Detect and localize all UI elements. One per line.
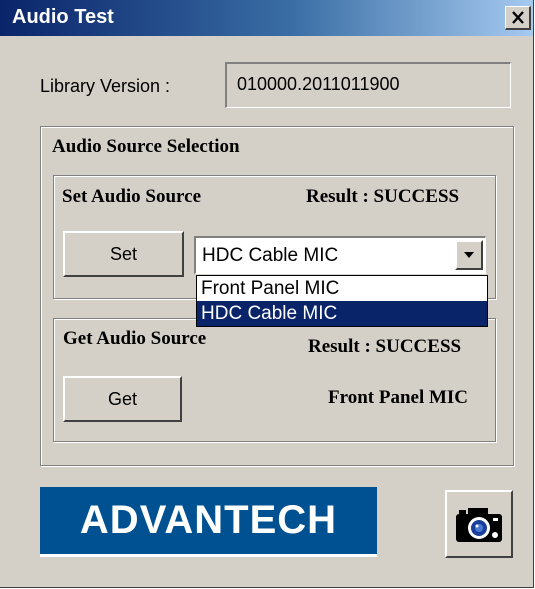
library-version-field: 010000.2011011900	[225, 62, 511, 108]
get-result-text: Result : SUCCESS	[308, 336, 462, 357]
title-bar[interactable]: Audio Test	[0, 0, 533, 36]
dropdown-option-hdc-cable-mic[interactable]: HDC Cable MIC	[197, 301, 487, 326]
get-button[interactable]: Get	[63, 376, 182, 422]
set-audio-source-title: Set Audio Source	[62, 186, 202, 207]
set-button[interactable]: Set	[63, 231, 184, 277]
audio-source-dropdown-list: Front Panel MIC HDC Cable MIC	[196, 275, 488, 327]
library-version-label: Library Version :	[40, 76, 171, 96]
get-button-label: Get	[107, 388, 137, 409]
chevron-down-icon	[464, 252, 474, 258]
close-icon	[511, 11, 524, 24]
set-result-text: Result : SUCCESS	[306, 186, 460, 207]
audio-test-window: Audio Test Library Version : 010000.2011…	[0, 0, 534, 588]
audio-source-selection-title: Audio Source Selection	[52, 136, 240, 157]
dropdown-option-front-panel-mic[interactable]: Front Panel MIC	[197, 276, 487, 301]
camera-icon	[456, 508, 502, 542]
get-audio-source-title: Get Audio Source	[63, 328, 207, 349]
logo-text: ADVANTECH	[79, 498, 338, 542]
advantech-logo: ADVANTECH	[40, 487, 377, 557]
audio-source-combobox[interactable]: HDC Cable MIC	[194, 236, 486, 274]
combobox-dropdown-button[interactable]	[455, 240, 483, 270]
capture-button[interactable]	[445, 490, 513, 558]
current-audio-source-value: Front Panel MIC	[328, 387, 469, 408]
close-button[interactable]	[505, 6, 531, 30]
set-button-label: Set	[109, 243, 138, 264]
window-title: Audio Test	[12, 6, 114, 28]
combobox-selected-value: HDC Cable MIC	[202, 245, 339, 266]
